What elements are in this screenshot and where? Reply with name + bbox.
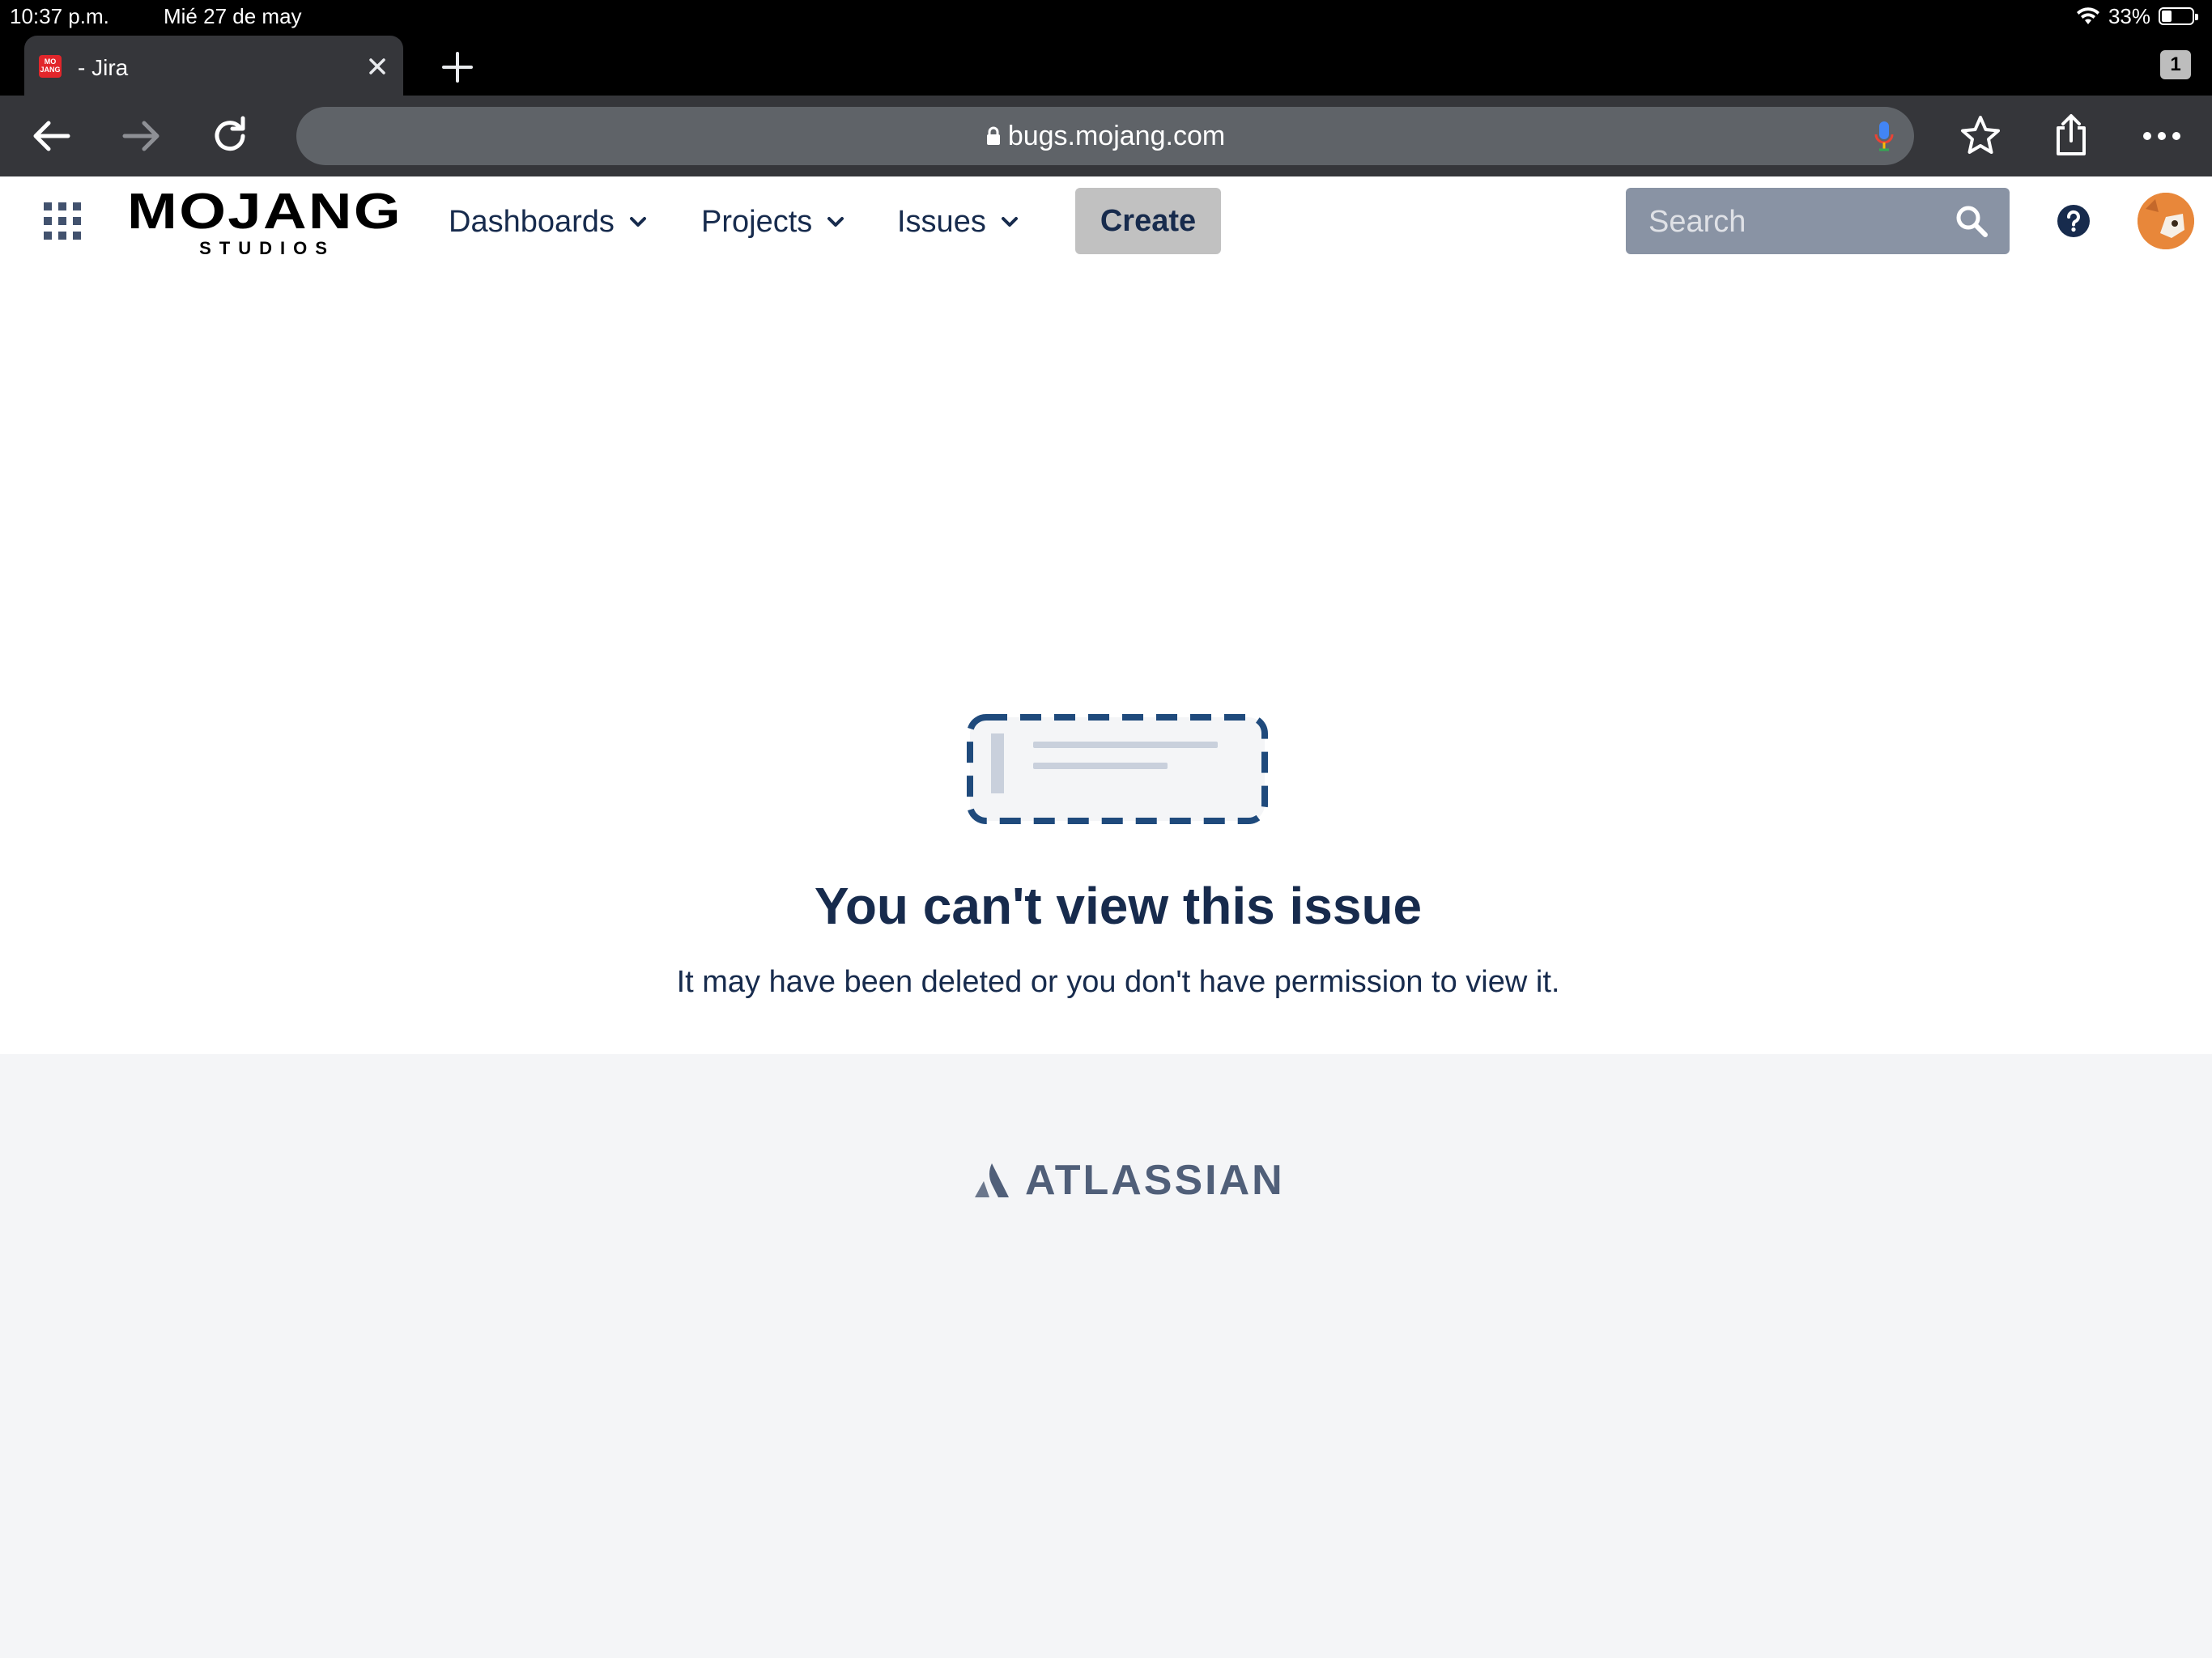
microphone-icon[interactable]	[1874, 120, 1895, 152]
atlassian-logo[interactable]: ATLASSIAN	[973, 1156, 1285, 1205]
status-indicators: 33%	[2076, 0, 2198, 32]
address-bar[interactable]: bugs.mojang.com	[296, 107, 1914, 165]
create-button[interactable]: Create	[1075, 188, 1221, 254]
battery-percent: 33%	[2108, 4, 2150, 28]
back-arrow-icon[interactable]	[29, 113, 74, 159]
battery-icon	[2159, 7, 2198, 25]
nav-dashboards[interactable]: Dashboards	[449, 176, 647, 267]
tab-title: - Jira	[78, 55, 129, 80]
wifi-icon	[2076, 7, 2099, 24]
footer: ATLASSIAN	[0, 1054, 2212, 1658]
share-icon[interactable]	[2048, 113, 2094, 159]
status-time: 10:37 p.m.	[10, 4, 109, 28]
jira-header: MOJANG STUDIOS Dashboards Projects Issue…	[0, 176, 2212, 267]
status-bar: 10:37 p.m. Mié 27 de may 33%	[0, 0, 2212, 32]
mojang-favicon-icon: MO JANG	[39, 55, 62, 78]
tab-count-button[interactable]: 1	[2160, 50, 2191, 79]
browser-tab[interactable]: MO JANG - Jira	[24, 36, 403, 96]
help-icon[interactable]	[2057, 204, 2091, 238]
atlassian-wordmark: ATLASSIAN	[1025, 1157, 1285, 1204]
logo-subtext: STUDIOS	[199, 238, 335, 257]
search-icon[interactable]	[1955, 204, 1989, 238]
search-input[interactable]	[1626, 188, 1958, 256]
address-url: bugs.mojang.com	[1007, 121, 1226, 151]
address-bar-url-wrap: bugs.mojang.com	[985, 107, 1225, 165]
forward-arrow-icon[interactable]	[118, 113, 164, 159]
error-title: You can't view this issue	[814, 877, 1423, 935]
more-options-icon[interactable]	[2139, 113, 2184, 159]
browser-toolbar: bugs.mojang.com	[0, 96, 2212, 176]
empty-issue-illustration	[967, 714, 1268, 824]
chevron-down-icon	[1001, 217, 1018, 227]
atlassian-mark-icon	[975, 1163, 1009, 1197]
mojang-studios-logo[interactable]: MOJANG STUDIOS	[123, 186, 406, 257]
app-switcher-grid-icon[interactable]	[44, 202, 81, 240]
tab-strip: MO JANG - Jira 1	[0, 32, 2212, 96]
new-tab-plus-icon[interactable]	[437, 47, 478, 87]
reload-icon[interactable]	[207, 113, 253, 159]
nav-projects-label: Projects	[701, 205, 813, 239]
nav-issues[interactable]: Issues	[897, 176, 1019, 267]
user-avatar[interactable]	[2138, 193, 2194, 249]
logo-text: MOJANG	[127, 186, 402, 240]
bookmark-star-icon[interactable]	[1958, 113, 2003, 159]
battery-level	[2162, 11, 2172, 22]
nav-projects[interactable]: Projects	[701, 176, 844, 267]
search-box	[1626, 188, 2010, 256]
status-date: Mié 27 de may	[164, 4, 302, 28]
avatar-fox-icon	[2138, 193, 2194, 249]
nav-dashboards-label: Dashboards	[449, 205, 615, 239]
lock-icon	[986, 126, 1000, 145]
nav-issues-label: Issues	[897, 205, 986, 239]
main-content: You can't view this issue It may have be…	[0, 267, 2212, 1054]
chevron-down-icon	[629, 217, 646, 227]
close-icon[interactable]	[363, 52, 392, 81]
chevron-down-icon	[827, 217, 844, 227]
error-subtitle: It may have been deleted or you don't ha…	[676, 965, 1560, 999]
